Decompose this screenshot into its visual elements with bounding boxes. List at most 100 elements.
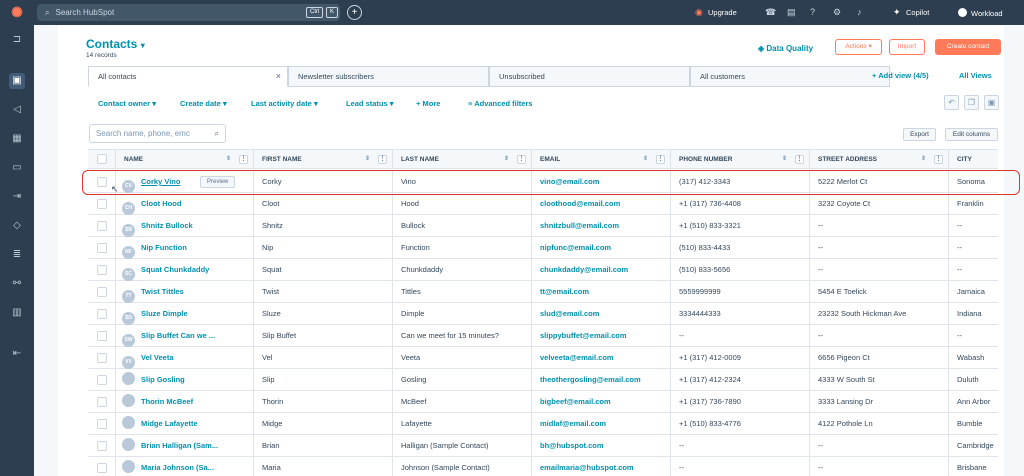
select-all-checkbox[interactable] — [97, 154, 107, 164]
hubspot-logo-icon[interactable]: ✺ — [0, 0, 34, 25]
name-cell[interactable]: Midge Lafayette — [116, 413, 254, 435]
reporting-icon[interactable]: ▥ — [9, 305, 25, 321]
row-checkbox[interactable] — [97, 353, 107, 363]
sort-icon[interactable]: ⇕ — [643, 150, 648, 169]
marketplace-icon[interactable]: ▤ — [787, 7, 796, 18]
column-menu-icon[interactable]: ⋮ — [378, 155, 387, 164]
column-menu-icon[interactable]: ⋮ — [656, 155, 665, 164]
column-header-street-address[interactable]: STREET ADDRESS ⇕ ⋮ — [810, 150, 949, 169]
content-icon[interactable]: ▦ — [9, 131, 25, 147]
sort-icon[interactable]: ⇕ — [782, 150, 787, 169]
table-search-input[interactable]: Search name, phone, emc ⌕ — [89, 124, 226, 143]
sort-icon[interactable]: ⇕ — [921, 150, 926, 169]
row-checkbox[interactable] — [97, 441, 107, 451]
add-view-button[interactable]: + Add view (4/5) — [872, 71, 929, 80]
contact-name-link[interactable]: Midge Lafayette — [141, 419, 198, 428]
quick-create-button[interactable]: + — [347, 5, 362, 20]
contact-name-link[interactable]: Maria Johnson (Sa... — [141, 463, 214, 472]
contact-name-link[interactable]: Sluze Dimple — [141, 309, 188, 318]
column-menu-icon[interactable]: ⋮ — [517, 155, 526, 164]
name-cell[interactable]: SW Slip Buffet Can we ... — [116, 325, 254, 347]
contact-name-link[interactable]: Shnitz Bullock — [141, 221, 193, 230]
name-cell[interactable]: VV Vel Veeta — [116, 347, 254, 369]
name-cell[interactable]: NF Nip Function — [116, 237, 254, 259]
close-icon[interactable]: × — [276, 67, 281, 86]
row-checkbox[interactable] — [97, 463, 107, 473]
commerce-icon[interactable]: ▭ — [9, 160, 25, 176]
row-checkbox[interactable] — [97, 397, 107, 407]
contact-name-link[interactable]: Brian Halligan (Sam... — [141, 441, 218, 450]
data-quality-link[interactable]: ◈ Data Quality — [758, 44, 813, 53]
table-row[interactable]: Thorin McBeef Thorin McBeef bigbeef@email.c… — [88, 391, 998, 413]
email-cell[interactable]: velveeta@email.com — [532, 347, 671, 369]
automation-icon[interactable]: ⚯ — [9, 276, 25, 292]
name-cell[interactable]: Brian Halligan (Sam... — [116, 435, 254, 457]
contact-name-link[interactable]: Nip Function — [141, 243, 187, 252]
contact-name-link[interactable]: Slip Gosling — [141, 375, 185, 384]
contact-name-link[interactable]: Squat Chunkdaddy — [141, 265, 209, 274]
table-row[interactable]: TT Twist Tittles Twist Tittles tt@email.com 5… — [88, 281, 998, 303]
name-cell[interactable]: CH Cloot Hood — [116, 193, 254, 215]
name-cell[interactable]: SD Sluze Dimple — [116, 303, 254, 325]
sort-icon[interactable]: ⇕ — [365, 150, 370, 169]
column-header-city[interactable]: CITY — [949, 150, 998, 169]
global-search-input[interactable]: ⌕ Search HubSpot Ctrl K — [37, 4, 340, 21]
row-checkbox[interactable] — [97, 375, 107, 385]
table-row[interactable]: CH Cloot Hood Cloot Hood cloothood@email.com… — [88, 193, 998, 215]
all-views-link[interactable]: All Views — [959, 71, 992, 80]
email-cell[interactable]: tt@email.com — [532, 281, 671, 303]
table-row[interactable]: SW Slip Buffet Can we ... Slip Buffet Can w… — [88, 325, 998, 347]
email-cell[interactable]: theothergosling@email.com — [532, 369, 671, 391]
sort-icon[interactable]: ⇕ — [226, 150, 231, 169]
save-view-icon[interactable]: ▣ — [984, 95, 999, 110]
import-button[interactable]: Import — [889, 39, 925, 55]
email-cell[interactable]: bigbeef@email.com — [532, 391, 671, 413]
email-cell[interactable]: slippybuffet@email.com — [532, 325, 671, 347]
edit-columns-button[interactable]: Edit columns — [945, 128, 998, 141]
phone-icon[interactable]: ☎ — [765, 7, 776, 18]
name-cell[interactable]: Thorin McBeef — [116, 391, 254, 413]
contact-name-link[interactable]: Vel Veeta — [141, 353, 174, 362]
email-cell[interactable]: cloothood@email.com — [532, 193, 671, 215]
page-title[interactable]: Contacts ▾ — [86, 37, 145, 51]
row-checkbox[interactable] — [97, 265, 107, 275]
account-menu[interactable]: Workload — [958, 8, 1003, 18]
row-checkbox[interactable] — [97, 221, 107, 231]
email-cell[interactable]: nipfunc@email.com — [532, 237, 671, 259]
table-row[interactable]: SD Sluze Dimple Sluze Dimple slud@email.com 3… — [88, 303, 998, 325]
advanced-filters-button[interactable]: ≡ Advanced filters — [468, 99, 533, 108]
contact-name-link[interactable]: Thorin McBeef — [141, 397, 193, 406]
row-checkbox[interactable] — [97, 309, 107, 319]
crm-icon[interactable]: ▣ — [9, 73, 25, 89]
duplicate-icon[interactable]: ❐ — [964, 95, 979, 110]
table-row[interactable]: SB Shnitz Bullock Shnitz Bullock shnitzbull@… — [88, 215, 998, 237]
column-header-phone-number[interactable]: PHONE NUMBER ⇕ ⋮ — [671, 150, 810, 169]
email-cell[interactable]: emailmaria@hubspot.com — [532, 457, 671, 476]
filter-contact-owner[interactable]: Contact owner ▾ — [98, 99, 156, 108]
tab-newsletter-subscribers[interactable]: Newsletter subscribers — [288, 66, 489, 87]
email-cell[interactable]: chunkdaddy@email.com — [532, 259, 671, 281]
help-icon[interactable]: ? — [810, 7, 815, 17]
actions-button[interactable]: Actions ▾ — [835, 39, 882, 55]
row-checkbox[interactable] — [97, 199, 107, 209]
upgrade-link[interactable]: Upgrade — [708, 8, 737, 17]
create-contact-button[interactable]: Create contact — [935, 39, 1001, 55]
row-checkbox[interactable] — [97, 331, 107, 341]
table-row[interactable]: Maria Johnson (Sa... Maria Johnson (Sample… — [88, 457, 998, 476]
table-row[interactable]: NF Nip Function Nip Function nipfunc@email.c… — [88, 237, 998, 259]
marketing-icon[interactable]: ◁ — [9, 102, 25, 118]
row-checkbox[interactable] — [97, 419, 107, 429]
name-cell[interactable]: Slip Gosling — [116, 369, 254, 391]
filter-lead-status[interactable]: Lead status ▾ — [346, 99, 394, 108]
tab-all-customers[interactable]: All customers — [690, 66, 890, 87]
export-button[interactable]: Export — [903, 128, 936, 141]
contact-name-link[interactable]: Cloot Hood — [141, 199, 181, 208]
sort-icon[interactable]: ⇕ — [504, 150, 509, 169]
column-menu-icon[interactable]: ⋮ — [795, 155, 804, 164]
table-row[interactable]: Brian Halligan (Sam... Brian Halligan (Sam… — [88, 435, 998, 457]
name-cell[interactable]: SC Squat Chunkdaddy — [116, 259, 254, 281]
filter-create-date[interactable]: Create date ▾ — [180, 99, 227, 108]
tab-unsubscribed[interactable]: Unsubscribed — [489, 66, 690, 87]
column-header-last-name[interactable]: LAST NAME ⇕ ⋮ — [393, 150, 532, 169]
filter-last-activity-date[interactable]: Last activity date ▾ — [251, 99, 318, 108]
